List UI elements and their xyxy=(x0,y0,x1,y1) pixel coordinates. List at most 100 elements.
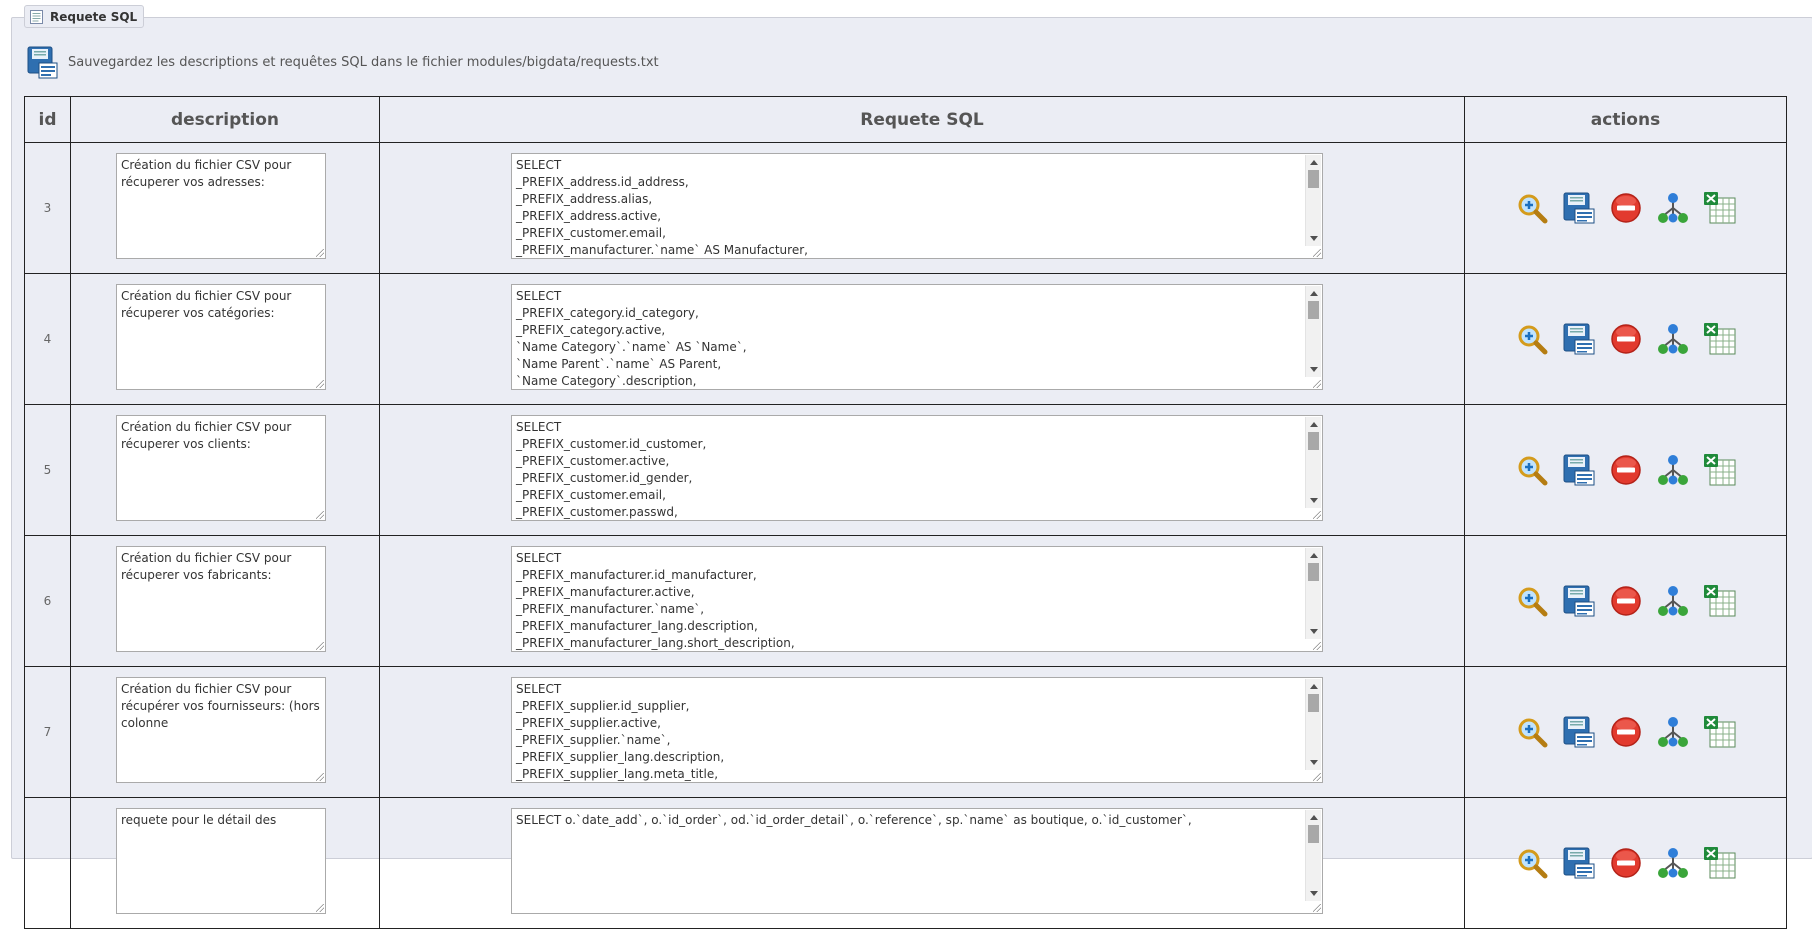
description-text: Création du fichier CSV pour récupérer v… xyxy=(121,682,324,730)
textarea-scrollbar[interactable] xyxy=(1305,810,1321,901)
excel-icon[interactable] xyxy=(1703,715,1737,749)
sitemap-icon[interactable] xyxy=(1656,453,1690,487)
sql-textarea[interactable]: SELECT _PREFIX_manufacturer.id_manufactu… xyxy=(511,546,1323,652)
delete-icon[interactable] xyxy=(1609,453,1643,487)
description-textarea[interactable]: requete pour le détail des xyxy=(116,808,326,914)
resize-handle[interactable] xyxy=(1313,904,1321,912)
delete-icon[interactable] xyxy=(1609,322,1643,356)
description-textarea[interactable]: Création du fichier CSV pour récuperer v… xyxy=(116,153,326,259)
sql-cell: SELECT _PREFIX_category.id_category, _PR… xyxy=(379,273,1465,405)
actions-cell xyxy=(1464,142,1787,274)
save-icon[interactable] xyxy=(1562,715,1596,749)
actions-cell xyxy=(1464,797,1787,929)
resize-handle[interactable] xyxy=(316,380,324,388)
textarea-scrollbar[interactable] xyxy=(1305,679,1321,770)
description-textarea[interactable]: Création du fichier CSV pour récuperer v… xyxy=(116,284,326,390)
row-id: 4 xyxy=(24,273,71,405)
resize-handle[interactable] xyxy=(316,642,324,650)
description-text: Création du fichier CSV pour récuperer v… xyxy=(121,420,296,451)
excel-icon[interactable] xyxy=(1703,846,1737,880)
sql-textarea[interactable]: SELECT _PREFIX_customer.id_customer, _PR… xyxy=(511,415,1323,521)
textarea-scrollbar[interactable] xyxy=(1305,286,1321,377)
sitemap-icon[interactable] xyxy=(1656,322,1690,356)
description-text: Création du fichier CSV pour récuperer v… xyxy=(121,289,296,320)
sql-text: SELECT o.`date_add`, o.`id_order`, od.`i… xyxy=(516,813,1192,827)
resize-handle[interactable] xyxy=(316,773,324,781)
excel-icon[interactable] xyxy=(1703,584,1737,618)
scroll-down-arrow[interactable] xyxy=(1310,236,1318,241)
resize-handle[interactable] xyxy=(1313,773,1321,781)
sql-textarea[interactable]: SELECT _PREFIX_address.id_address, _PREF… xyxy=(511,153,1323,259)
zoom-icon[interactable] xyxy=(1515,322,1549,356)
sql-text: SELECT _PREFIX_customer.id_customer, _PR… xyxy=(516,420,707,519)
resize-handle[interactable] xyxy=(316,249,324,257)
save-icon[interactable] xyxy=(1562,584,1596,618)
resize-handle[interactable] xyxy=(316,904,324,912)
excel-icon[interactable] xyxy=(1703,453,1737,487)
scroll-thumb[interactable] xyxy=(1308,563,1319,581)
zoom-icon[interactable] xyxy=(1515,191,1549,225)
scroll-thumb[interactable] xyxy=(1308,170,1319,188)
scroll-down-arrow[interactable] xyxy=(1310,629,1318,634)
sitemap-icon[interactable] xyxy=(1656,191,1690,225)
scroll-up-arrow[interactable] xyxy=(1310,291,1318,296)
save-icon[interactable] xyxy=(1562,191,1596,225)
description-text: Création du fichier CSV pour récuperer v… xyxy=(121,158,296,189)
actions-cell xyxy=(1464,535,1787,667)
scroll-thumb[interactable] xyxy=(1308,432,1319,450)
scroll-down-arrow[interactable] xyxy=(1310,367,1318,372)
resize-handle[interactable] xyxy=(1313,642,1321,650)
scroll-down-arrow[interactable] xyxy=(1310,891,1318,896)
scroll-up-arrow[interactable] xyxy=(1310,553,1318,558)
sitemap-icon[interactable] xyxy=(1656,584,1690,618)
resize-handle[interactable] xyxy=(1313,249,1321,257)
sql-text: SELECT _PREFIX_supplier.id_supplier, _PR… xyxy=(516,682,725,781)
excel-icon[interactable] xyxy=(1703,191,1737,225)
resize-handle[interactable] xyxy=(1313,511,1321,519)
scroll-up-arrow[interactable] xyxy=(1310,815,1318,820)
sql-textarea[interactable]: SELECT _PREFIX_category.id_category, _PR… xyxy=(511,284,1323,390)
textarea-scrollbar[interactable] xyxy=(1305,155,1321,246)
sitemap-icon[interactable] xyxy=(1656,715,1690,749)
delete-icon[interactable] xyxy=(1609,846,1643,880)
save-icon[interactable] xyxy=(27,46,58,79)
scroll-thumb[interactable] xyxy=(1308,301,1319,319)
zoom-icon[interactable] xyxy=(1515,846,1549,880)
description-textarea[interactable]: Création du fichier CSV pour récuperer v… xyxy=(116,415,326,521)
resize-handle[interactable] xyxy=(316,511,324,519)
scroll-up-arrow[interactable] xyxy=(1310,422,1318,427)
sql-textarea[interactable]: SELECT o.`date_add`, o.`id_order`, od.`i… xyxy=(511,808,1323,914)
scroll-thumb[interactable] xyxy=(1308,694,1319,712)
table-header-row: id description Requete SQL actions xyxy=(24,96,1787,143)
table-row: requete pour le détail des SELECT o.`dat… xyxy=(24,797,1787,929)
save-icon[interactable] xyxy=(1562,453,1596,487)
legend-label: Requete SQL xyxy=(50,9,138,24)
delete-icon[interactable] xyxy=(1609,584,1643,618)
textarea-scrollbar[interactable] xyxy=(1305,417,1321,508)
save-icon[interactable] xyxy=(1562,322,1596,356)
zoom-icon[interactable] xyxy=(1515,453,1549,487)
scroll-down-arrow[interactable] xyxy=(1310,760,1318,765)
zoom-icon[interactable] xyxy=(1515,715,1549,749)
sql-cell: SELECT o.`date_add`, o.`id_order`, od.`i… xyxy=(379,797,1465,929)
delete-icon[interactable] xyxy=(1609,715,1643,749)
sql-text: SELECT _PREFIX_category.id_category, _PR… xyxy=(516,289,747,388)
table-row: 5 Création du fichier CSV pour récuperer… xyxy=(24,404,1787,536)
description-cell: Création du fichier CSV pour récuperer v… xyxy=(70,142,380,274)
description-textarea[interactable]: Création du fichier CSV pour récuperer v… xyxy=(116,546,326,652)
scroll-up-arrow[interactable] xyxy=(1310,160,1318,165)
scroll-down-arrow[interactable] xyxy=(1310,498,1318,503)
delete-icon[interactable] xyxy=(1609,191,1643,225)
description-cell: Création du fichier CSV pour récuperer v… xyxy=(70,535,380,667)
description-text: Création du fichier CSV pour récuperer v… xyxy=(121,551,296,582)
zoom-icon[interactable] xyxy=(1515,584,1549,618)
excel-icon[interactable] xyxy=(1703,322,1737,356)
scroll-up-arrow[interactable] xyxy=(1310,684,1318,689)
scroll-thumb[interactable] xyxy=(1308,825,1319,843)
textarea-scrollbar[interactable] xyxy=(1305,548,1321,639)
save-icon[interactable] xyxy=(1562,846,1596,880)
description-textarea[interactable]: Création du fichier CSV pour récupérer v… xyxy=(116,677,326,783)
sitemap-icon[interactable] xyxy=(1656,846,1690,880)
sql-textarea[interactable]: SELECT _PREFIX_supplier.id_supplier, _PR… xyxy=(511,677,1323,783)
resize-handle[interactable] xyxy=(1313,380,1321,388)
